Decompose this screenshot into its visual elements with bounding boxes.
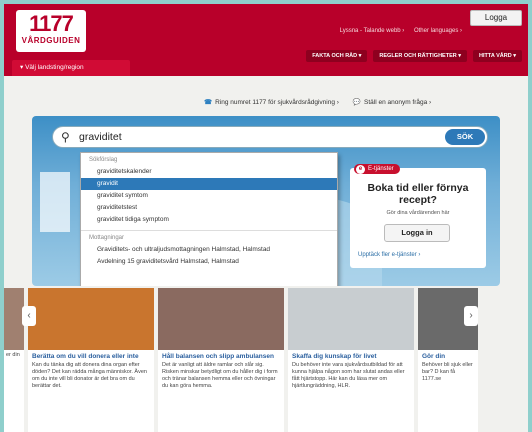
card-title[interactable]: Berätta om du vill donera eller inte xyxy=(28,350,154,362)
anon-label: Ställ en anonym fråga › xyxy=(364,99,432,106)
suggestion-item-selected[interactable]: gravidit xyxy=(81,178,337,190)
eservice-icon: e xyxy=(356,165,365,174)
card-image xyxy=(28,288,154,350)
phone-icon: ☎ xyxy=(204,99,213,106)
languages-link[interactable]: Other languages › xyxy=(414,28,462,34)
search-input[interactable]: graviditet xyxy=(79,131,122,143)
carousel-next-arrow[interactable]: › xyxy=(464,306,478,326)
site-header: 1177 VÅRDGUIDEN Logga Lyssna - Talande w… xyxy=(4,4,528,76)
card-text: Det är vanligt att äldre ramlar och slår… xyxy=(162,362,278,389)
suggestion-item[interactable]: graviditetstest xyxy=(81,202,337,214)
hero-side-panel xyxy=(40,172,70,232)
top-links: Lyssna - Talande webb › Other languages … xyxy=(332,28,462,34)
card-title[interactable]: Gör din xyxy=(418,350,478,362)
eservice-badge: e E-tjänster xyxy=(354,164,400,174)
clinic-item[interactable]: Avdelning 15 graviditetsvård Halmstad, H… xyxy=(81,256,337,268)
eservice-title: Boka tid eller förnya recept? xyxy=(367,182,469,206)
article-card[interactable]: Berätta om du vill donera eller inte Kan… xyxy=(28,288,154,432)
suggestions-heading: Sökförslag xyxy=(89,157,118,163)
suggestion-item[interactable]: graviditet symtom xyxy=(81,190,337,202)
anon-question-link[interactable]: 💬 Ställ en anonym fråga › xyxy=(353,98,431,106)
logo-name: VÅRDGUIDEN xyxy=(21,36,81,45)
search-button[interactable]: SÖK xyxy=(445,129,485,145)
article-card[interactable]: Håll balansen och slipp ambulansen Det ä… xyxy=(158,288,284,432)
carousel-prev-arrow[interactable]: ‹ xyxy=(22,306,36,326)
phone-label: Ring numret 1177 för sjukvårdsrådgivning… xyxy=(215,99,339,106)
clinic-item[interactable]: Graviditets- och ultraljudsmottagningen … xyxy=(81,244,337,256)
suggestion-item[interactable]: graviditetskalender xyxy=(81,166,337,178)
search-icon: ⚲ xyxy=(61,130,70,144)
help-row: ☎ Ring numret 1177 för sjukvårdsrådgivnin… xyxy=(204,98,431,106)
region-selector[interactable]: ▾ Välj landsting/region xyxy=(12,60,130,76)
hero-banner: ⚲ graviditet SÖK Sökförslag graviditetsk… xyxy=(32,116,500,286)
card-image xyxy=(158,288,284,350)
phone-link[interactable]: ☎ Ring numret 1177 för sjukvårdsrådgivnin… xyxy=(204,98,339,106)
eservice-more-link[interactable]: Upptäck fler e-tjänster › xyxy=(358,252,420,258)
card-text: Du behöver inte vara sjukvårdsutbildad f… xyxy=(292,362,405,389)
card-title[interactable]: Skaffa dig kunskap för livet xyxy=(288,350,414,362)
logo[interactable]: 1177 VÅRDGUIDEN xyxy=(16,10,86,52)
logo-number: 1177 xyxy=(29,11,74,36)
card-text: Behöver bli sjuk eller bar? D kan få 117… xyxy=(422,362,473,382)
suggestion-item[interactable]: graviditet tidiga symptom xyxy=(81,214,337,226)
nav-regler[interactable]: REGLER OCH RÄTTIGHETER ▾ xyxy=(373,50,468,62)
nav-fakta[interactable]: FAKTA OCH RÅD ▾ xyxy=(306,50,368,62)
clinics-heading: Mottagningar xyxy=(89,235,125,241)
eservice-badge-label: E-tjänster xyxy=(368,166,394,172)
article-card[interactable]: Skaffa dig kunskap för livet Du behöver … xyxy=(288,288,414,432)
card-title[interactable]: Håll balansen och slipp ambulansen xyxy=(158,350,284,362)
nav-hitta[interactable]: HITTA VÅRD ▾ xyxy=(473,50,522,62)
search-suggestions: Sökförslag graviditetskalender gravidit … xyxy=(80,152,338,286)
eservice-login-button[interactable]: Logga in xyxy=(384,224,450,242)
login-button[interactable]: Logga xyxy=(470,10,522,26)
article-cards: Berätta om du vill donera eller inte Kan… xyxy=(4,288,528,432)
card-text: Kan du tänka dig att donera dina organ e… xyxy=(32,362,147,389)
eservice-subtitle: Gör dina vårdärenden här xyxy=(386,210,450,216)
chat-icon: 💬 xyxy=(352,99,362,106)
listen-link[interactable]: Lyssna - Talande webb › xyxy=(340,28,405,34)
main-nav: FAKTA OCH RÅD ▾ REGLER OCH RÄTTIGHETER ▾… xyxy=(306,50,522,62)
eservice-card: e E-tjänster Boka tid eller förnya recept… xyxy=(350,164,486,268)
browser-frame: 1177 VÅRDGUIDEN Logga Lyssna - Talande w… xyxy=(4,4,528,432)
search-bar: ⚲ graviditet SÖK xyxy=(52,126,488,148)
card-image xyxy=(288,288,414,350)
